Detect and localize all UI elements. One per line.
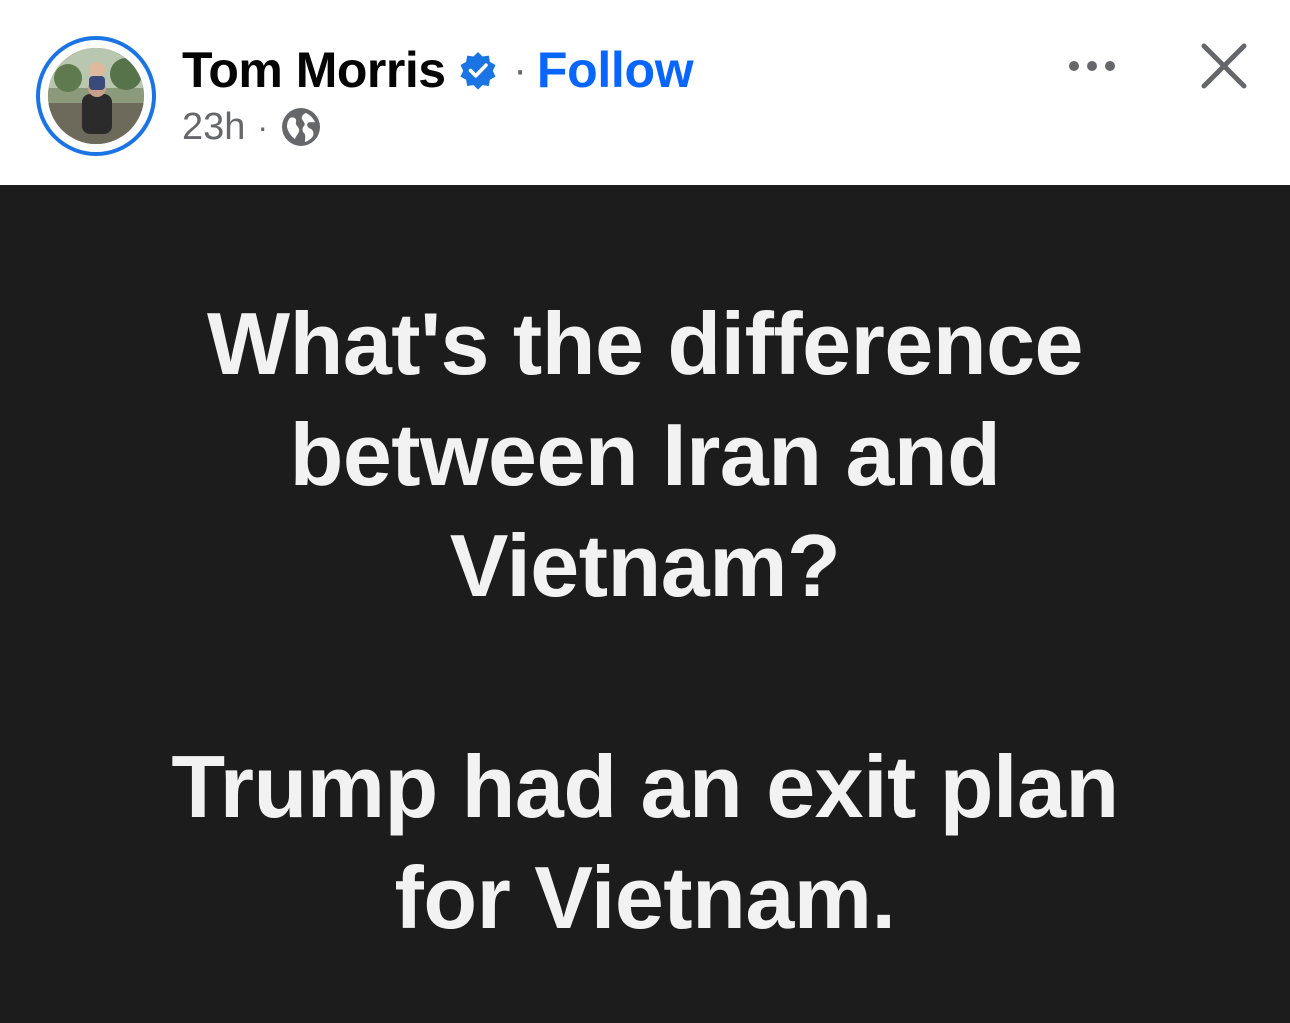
author-avatar[interactable] bbox=[36, 36, 156, 156]
verified-badge-icon bbox=[458, 50, 498, 90]
avatar-image bbox=[48, 48, 144, 144]
avatar-photo bbox=[48, 48, 144, 144]
post-text-line: between Iran and bbox=[289, 405, 1001, 504]
separator-dot: · bbox=[513, 47, 527, 92]
globe-icon[interactable] bbox=[280, 106, 322, 148]
post-meta: 23h · bbox=[182, 104, 322, 150]
meta-separator-dot: · bbox=[257, 108, 269, 145]
more-horizontal-icon bbox=[1069, 61, 1115, 71]
close-button[interactable] bbox=[1196, 38, 1252, 94]
close-icon bbox=[1201, 43, 1247, 89]
post-text-line: for Vietnam. bbox=[394, 848, 896, 947]
author-row: Tom Morris · Follow bbox=[182, 40, 694, 100]
post-text-line: Vietnam? bbox=[449, 516, 841, 615]
post-header: Tom Morris · Follow 23h · bbox=[0, 0, 1290, 185]
post-viewer: Tom Morris · Follow 23h · What's the dif… bbox=[0, 0, 1290, 1023]
follow-button[interactable]: Follow bbox=[537, 41, 694, 99]
more-options-button[interactable] bbox=[1060, 46, 1124, 86]
post-text-card: What's the difference between Iran and V… bbox=[0, 185, 1290, 1023]
post-text-line: Trump had an exit plan bbox=[171, 737, 1119, 836]
post-timestamp[interactable]: 23h bbox=[182, 106, 245, 149]
author-name[interactable]: Tom Morris bbox=[182, 41, 446, 99]
post-text-line: What's the difference bbox=[207, 294, 1083, 393]
